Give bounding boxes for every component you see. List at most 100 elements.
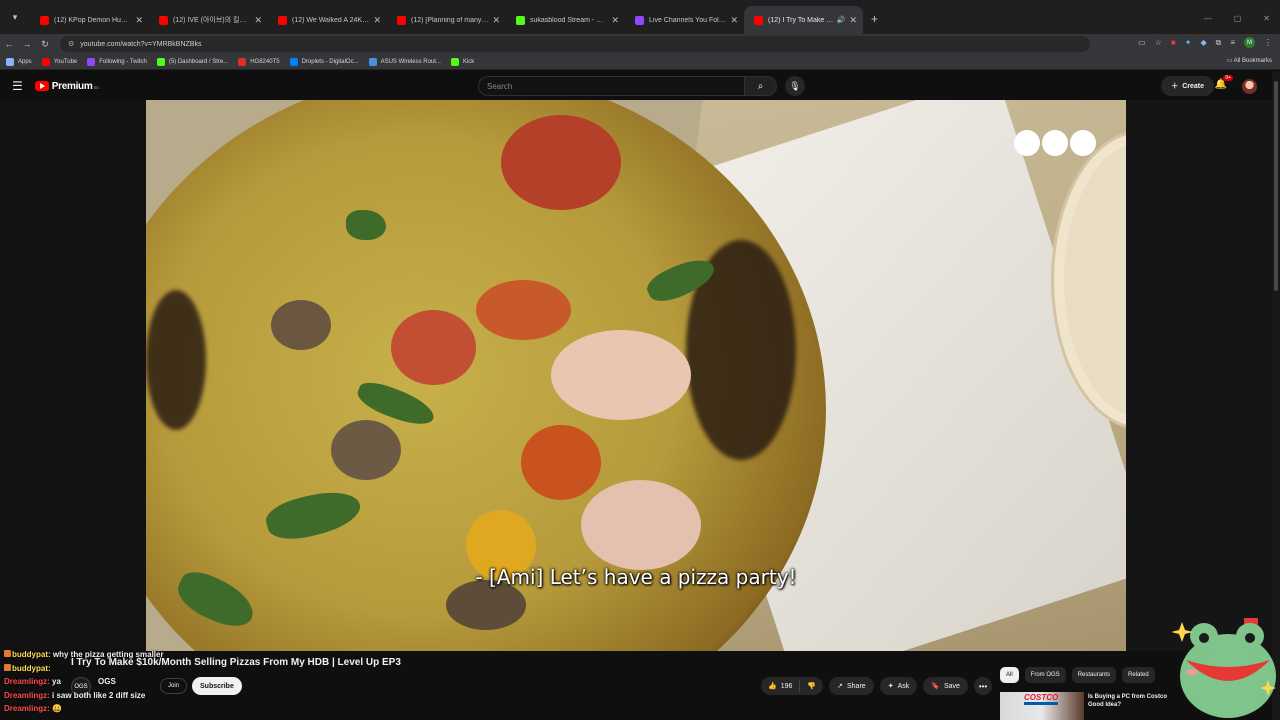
bookmark-star-icon[interactable]: ☆	[1155, 38, 1162, 47]
chip-related[interactable]: Related	[1122, 667, 1155, 683]
tomato	[476, 280, 571, 340]
more-actions-button[interactable]: •••	[973, 677, 992, 695]
bookmark-item[interactable]: ASUS Wireless Rout...	[368, 57, 441, 66]
recommended-video-title[interactable]: Is Buying a PC from Costco Good Idea?	[1088, 693, 1183, 709]
close-window-icon[interactable]: ✕	[1263, 14, 1270, 23]
close-icon[interactable]: ✕	[373, 15, 381, 26]
chat-username: Dreamlingz	[4, 704, 48, 714]
chat-badge-icon	[4, 663, 11, 671]
bookmark-item[interactable]: HG8240T5	[238, 57, 280, 66]
close-icon[interactable]: ✕	[611, 15, 619, 26]
url-field[interactable]: ⚙ youtube.com/watch?v=YMRBkBNZBks	[60, 36, 1090, 52]
browser-tab[interactable]: (12) KPop Demon Hunters | Ho ✕	[30, 6, 149, 34]
frog-pupil-left	[1199, 633, 1209, 643]
thumbnail-text: COSTCO	[1024, 693, 1059, 702]
close-icon[interactable]: ✕	[135, 15, 143, 26]
close-icon[interactable]: ✕	[849, 15, 857, 26]
notification-badge: 9+	[1223, 75, 1233, 81]
save-button[interactable]: 🔖 Save	[923, 677, 968, 695]
search-button[interactable]: ⌕	[745, 76, 777, 96]
watermark-o	[1014, 130, 1040, 156]
browser-tab[interactable]: (12) [Planning of many people ✕	[387, 6, 506, 34]
bookmark-item[interactable]: YouTube	[41, 57, 77, 66]
twitch-favicon-icon	[635, 15, 644, 25]
speaker-icon[interactable]: 🔊	[837, 16, 846, 24]
microphone-icon: 🎙	[789, 80, 801, 91]
tab-title: (12) KPop Demon Hunters | Ho	[54, 16, 131, 24]
thumbnail-stripe	[1024, 702, 1058, 705]
tab-title: (12) [Planning of many people	[411, 16, 488, 24]
menu-hamburger-icon[interactable]: ☰	[12, 79, 23, 93]
bookmark-item[interactable]: (5) Dashboard / Stre...	[156, 57, 228, 66]
bookmark-item[interactable]: Apps	[6, 57, 32, 66]
back-icon[interactable]: ←	[0, 39, 18, 49]
frog-pupil-right	[1245, 633, 1255, 643]
recommended-video-thumbnail[interactable]: COSTCO	[1000, 692, 1084, 720]
tab-title: (12) I Try To Make $10k/Mo	[768, 16, 834, 24]
dislike-button[interactable]: 👎	[800, 682, 823, 690]
sparkle-icon	[1172, 622, 1193, 642]
frog-blush	[1186, 669, 1198, 675]
join-button[interactable]: Join	[160, 678, 188, 694]
close-icon[interactable]: ✕	[730, 15, 738, 26]
reload-icon[interactable]: ↻	[36, 39, 54, 50]
bookmark-item[interactable]: Droplets - DigitalOc...	[289, 57, 359, 66]
minimize-icon[interactable]: —	[1204, 14, 1212, 23]
extensions-puzzle-icon[interactable]: ⧉	[1216, 38, 1222, 48]
youtube-premium-logo[interactable]: Premium SG	[34, 80, 100, 92]
create-button[interactable]: ＋ Create	[1161, 76, 1214, 96]
voice-search-button[interactable]: 🎙	[785, 76, 805, 96]
video-player[interactable]: - [Ami] Let’s have a pizza party!	[146, 100, 1126, 651]
thumbs-up-icon: 👍	[768, 683, 777, 690]
maximize-icon[interactable]: ▢	[1234, 14, 1242, 23]
chat-username: Dreamlingz	[4, 677, 48, 687]
logo-country: SG	[93, 84, 100, 90]
browser-tab-active[interactable]: (12) I Try To Make $10k/Mo 🔊 ✕	[744, 6, 863, 34]
browser-menu-icon[interactable]: ⋮	[1264, 38, 1272, 47]
chat-text: why the pizza getting smaller	[52, 650, 164, 659]
digitalocean-icon	[289, 57, 298, 66]
media-icon[interactable]: ≡	[1230, 38, 1235, 47]
chip-restaurants[interactable]: Restaurants	[1071, 667, 1117, 683]
logo-text: Premium	[51, 80, 93, 92]
chip-from-channel[interactable]: From OGS	[1024, 667, 1066, 683]
site-info-icon[interactable]: ⚙	[68, 40, 74, 48]
new-tab-button[interactable]: +	[871, 12, 878, 26]
youtube-favicon-icon	[40, 15, 49, 25]
browser-tab[interactable]: (12) IVE (아이브)의 킬링보이스 ✕	[149, 6, 268, 34]
youtube-favicon-icon	[754, 15, 763, 25]
chat-message: buddypat:	[4, 662, 164, 676]
plus-icon: ＋	[1171, 83, 1179, 90]
browser-tab[interactable]: sukasblood Stream - Watch Liv ✕	[506, 6, 625, 34]
tab-search-button[interactable]: ▾	[4, 6, 26, 28]
close-icon[interactable]: ✕	[492, 15, 500, 26]
video-actions: 👍 196 👎 ↗ Share ✦ Ask 🔖 Save •••	[761, 677, 992, 695]
forward-icon[interactable]: →	[18, 39, 36, 49]
extension-icon[interactable]: ■	[1171, 38, 1176, 47]
extension-icon[interactable]: ◆	[1200, 38, 1206, 47]
chat-username: buddypat	[12, 663, 48, 673]
browser-tab[interactable]: (12) We Walked A 24KM TRAIL ✕	[268, 6, 387, 34]
all-bookmarks-button[interactable]: ▭ All Bookmarks	[1227, 57, 1272, 64]
share-button[interactable]: ↗ Share	[829, 677, 874, 695]
browser-tab[interactable]: Live Channels You Follow - Twit ✕	[625, 6, 744, 34]
like-button[interactable]: 👍 196	[761, 680, 801, 692]
thumbs-down-icon: 👎	[807, 683, 817, 690]
notifications-button[interactable]: 🔔 9+	[1215, 75, 1233, 90]
bookmark-item[interactable]: Kick	[450, 57, 474, 66]
scrollbar-thumb[interactable]	[1274, 81, 1278, 291]
extension-icon[interactable]: ✦	[1185, 38, 1192, 47]
subscribe-button[interactable]: Subscribe	[192, 677, 242, 695]
cast-icon[interactable]: ▭	[1138, 38, 1146, 47]
search-input[interactable]	[478, 76, 745, 96]
chat-badge-icon	[4, 650, 11, 657]
basil-leaf	[346, 210, 386, 240]
close-icon[interactable]: ✕	[254, 15, 262, 26]
ask-button[interactable]: ✦ Ask	[879, 677, 918, 695]
bookmark-item[interactable]: Following - Twitch	[87, 57, 147, 66]
tab-title: Live Channels You Follow - Twit	[649, 16, 726, 24]
youtube-play-icon	[34, 81, 49, 91]
chip-all[interactable]: All	[1000, 667, 1019, 683]
profile-avatar[interactable]: M	[1244, 37, 1255, 48]
account-avatar[interactable]	[1242, 79, 1257, 94]
